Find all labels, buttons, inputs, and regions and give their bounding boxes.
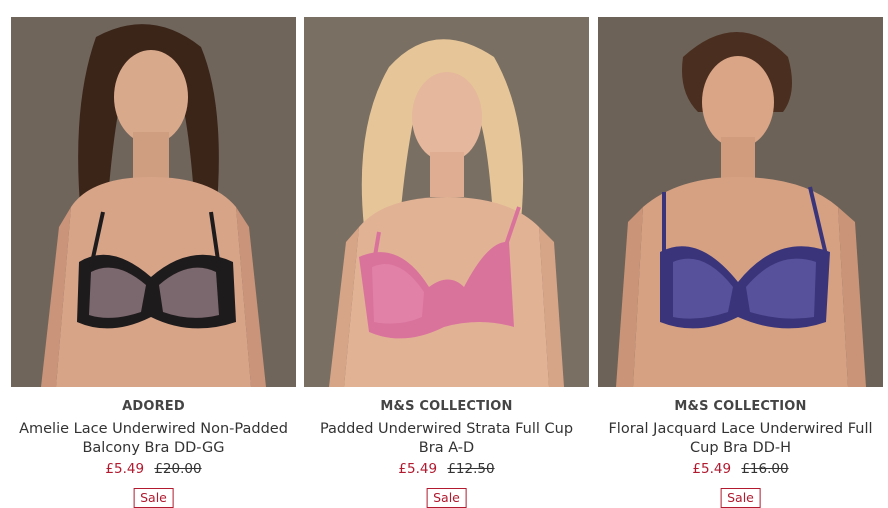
product-image[interactable]	[304, 17, 589, 387]
product-title[interactable]: Padded Underwired Strata Full Cup Bra A-…	[310, 420, 583, 458]
price-was: £12.50	[447, 461, 495, 477]
sale-badge: Sale	[133, 488, 174, 508]
sale-badge: Sale	[720, 488, 761, 508]
product-card[interactable]: M&S COLLECTION Floral Jacquard Lace Unde…	[598, 17, 883, 508]
product-image[interactable]	[11, 17, 296, 387]
model-photo-placeholder	[598, 17, 883, 387]
price-now: £5.49	[398, 461, 438, 477]
price-was: £16.00	[741, 461, 789, 477]
sale-badge: Sale	[426, 488, 467, 508]
product-prices: £5.49 £20.00	[11, 461, 296, 477]
product-title[interactable]: Amelie Lace Underwired Non-Padded Balcon…	[17, 420, 290, 458]
price-now: £5.49	[692, 461, 732, 477]
product-title[interactable]: Floral Jacquard Lace Underwired Full Cup…	[604, 420, 877, 458]
model-photo-placeholder	[11, 17, 296, 387]
product-card[interactable]: M&S COLLECTION Padded Underwired Strata …	[304, 17, 589, 508]
product-card[interactable]: ADORED Amelie Lace Underwired Non-Padded…	[11, 17, 296, 508]
product-prices: £5.49 £12.50	[304, 461, 589, 477]
product-brand: M&S COLLECTION	[380, 399, 513, 414]
price-now: £5.49	[105, 461, 145, 477]
price-was: £20.00	[154, 461, 202, 477]
product-brand: ADORED	[122, 399, 185, 414]
product-brand: M&S COLLECTION	[674, 399, 807, 414]
product-image[interactable]	[598, 17, 883, 387]
product-prices: £5.49 £16.00	[598, 461, 883, 477]
model-photo-placeholder	[304, 17, 589, 387]
